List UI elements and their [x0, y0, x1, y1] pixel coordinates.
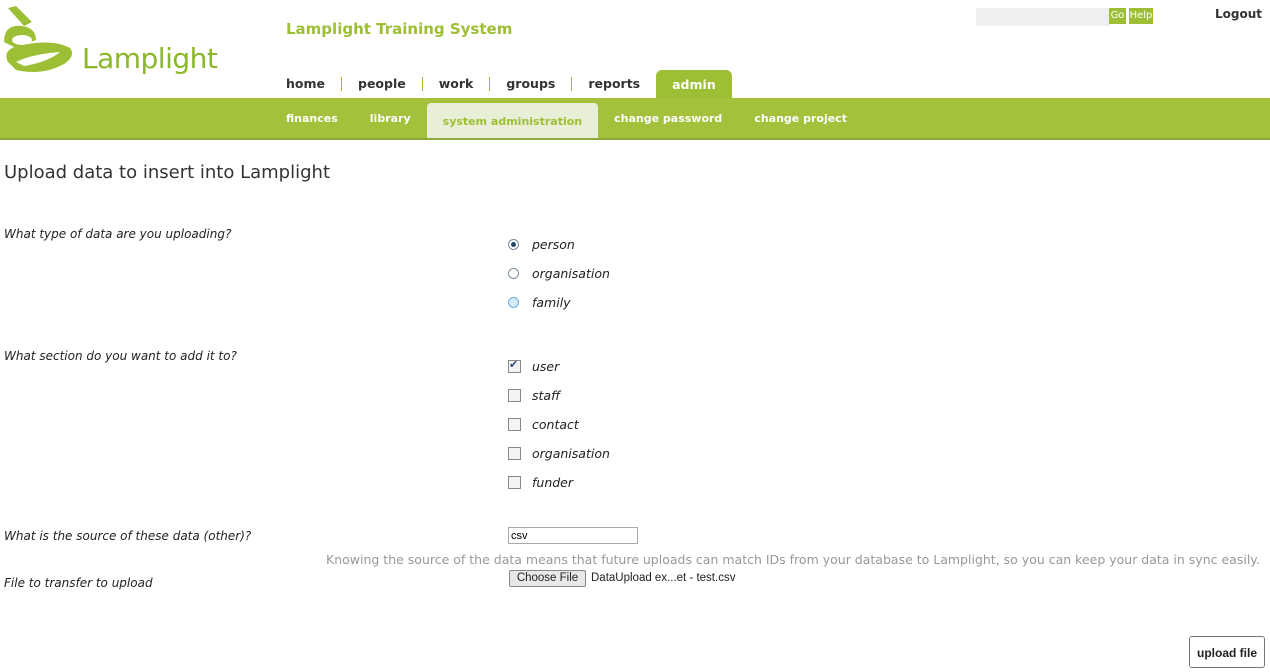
- nav-admin[interactable]: admin: [656, 69, 732, 99]
- go-button[interactable]: Go: [1109, 8, 1126, 24]
- nav-people[interactable]: people: [341, 77, 422, 91]
- nav-reports[interactable]: reports: [571, 77, 656, 91]
- option-label: contact: [532, 416, 579, 432]
- option-label: staff: [532, 387, 561, 403]
- nav-home[interactable]: home: [270, 77, 341, 91]
- lamplight-logo[interactable]: Lamplight: [2, 4, 232, 75]
- radio-option-family[interactable]: family: [508, 294, 571, 310]
- logout-link[interactable]: Logout: [1215, 7, 1262, 21]
- page-title: Upload data to insert into Lamplight: [4, 162, 331, 183]
- source-input[interactable]: [508, 527, 638, 544]
- upload-file-button[interactable]: upload file: [1189, 636, 1265, 668]
- checkbox[interactable]: [508, 417, 521, 431]
- option-label: family: [532, 294, 571, 310]
- subnav-system-administration[interactable]: system administration: [426, 103, 599, 138]
- checkbox[interactable]: [508, 358, 521, 373]
- option-label: user: [532, 358, 560, 374]
- radio-button[interactable]: [508, 238, 519, 250]
- lamp-icon: [4, 6, 73, 72]
- option-label: person: [532, 236, 575, 252]
- radio-button[interactable]: [508, 267, 519, 279]
- sub-nav: finances library system administration c…: [270, 98, 863, 138]
- main-nav: home people work groups reports admin: [270, 69, 732, 99]
- radio-option-person[interactable]: person: [508, 236, 575, 252]
- source-hint: Knowing the source of the data means tha…: [326, 552, 1260, 567]
- nav-work[interactable]: work: [421, 77, 490, 91]
- checkbox[interactable]: [508, 388, 521, 402]
- subnav-change-password[interactable]: change password: [598, 112, 738, 125]
- option-label: organisation: [532, 445, 610, 461]
- subnav-change-project[interactable]: change project: [738, 112, 863, 125]
- subnav-finances[interactable]: finances: [270, 112, 354, 125]
- radio-button[interactable]: [508, 296, 519, 308]
- data-type-question: What type of data are you uploading?: [4, 227, 232, 241]
- search-input[interactable]: [976, 8, 1110, 26]
- checkbox-option-organisation[interactable]: organisation: [508, 445, 610, 461]
- system-title: Lamplight Training System: [286, 20, 513, 38]
- radio-option-organisation[interactable]: organisation: [508, 265, 610, 281]
- checkbox-option-staff[interactable]: staff: [508, 387, 560, 403]
- option-label: organisation: [532, 265, 610, 281]
- option-label: funder: [532, 474, 574, 490]
- help-button[interactable]: Help: [1129, 8, 1153, 24]
- source-question: What is the source of these data (other)…: [4, 529, 252, 543]
- checkbox-option-contact[interactable]: contact: [508, 416, 579, 432]
- checkbox[interactable]: [508, 475, 521, 489]
- checkbox-option-user[interactable]: user: [508, 358, 559, 374]
- checkbox-option-funder[interactable]: funder: [508, 474, 573, 490]
- checkbox[interactable]: [508, 446, 521, 460]
- subnav-library[interactable]: library: [354, 112, 427, 125]
- brand-name: Lamplight: [82, 42, 218, 75]
- section-question: What section do you want to add it to?: [4, 349, 237, 363]
- nav-groups[interactable]: groups: [489, 77, 571, 91]
- selected-file-name: DataUpload ex...et - test.csv: [591, 572, 736, 584]
- choose-file-button[interactable]: Choose File: [509, 570, 586, 587]
- file-question: File to transfer to upload: [4, 576, 153, 590]
